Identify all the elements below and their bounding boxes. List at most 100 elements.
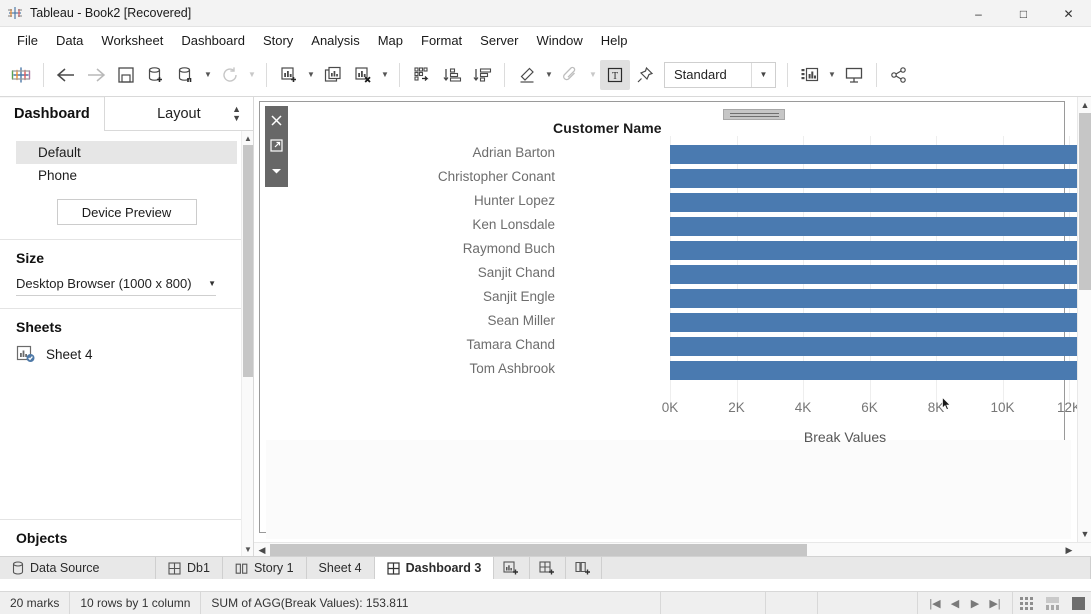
nav-prev-icon[interactable]: ◀	[946, 597, 964, 610]
bar-segment-base[interactable]	[670, 313, 1091, 332]
chevron-up-icon[interactable]: ▲	[1078, 97, 1091, 113]
share-button[interactable]	[884, 60, 914, 90]
fit-select[interactable]: Standard ▼	[664, 61, 776, 88]
refresh-button[interactable]	[215, 60, 245, 90]
maximize-button[interactable]: □	[1001, 0, 1046, 27]
new-worksheet-tab-button[interactable]	[494, 557, 531, 579]
bar-segment-base[interactable]	[670, 265, 1091, 284]
back-button[interactable]	[51, 60, 81, 90]
pause-auto-update-button[interactable]	[171, 60, 201, 90]
new-dashboard-tab-button[interactable]	[530, 557, 567, 579]
chevron-down-icon[interactable]: ▼	[751, 62, 775, 87]
chevron-down-icon[interactable]: ▼	[208, 279, 216, 288]
chevron-down-icon[interactable]: ▼	[242, 542, 253, 556]
status-page-navigation[interactable]: |◀ ◀ ▶ ▶|	[918, 591, 1013, 614]
swap-rows-columns-button[interactable]	[407, 60, 437, 90]
size-select[interactable]: Desktop Browser (1000 x 800) ▼	[16, 276, 216, 296]
tab-story-1[interactable]: Story 1	[222, 557, 307, 579]
nav-next-icon[interactable]: ▶	[966, 597, 984, 610]
new-worksheet-dropdown[interactable]: ▼	[304, 60, 318, 90]
canvas-vertical-scrollbar[interactable]: ▲ ▼	[1077, 97, 1091, 542]
tableau-home-button[interactable]	[6, 60, 36, 90]
sheet-drag-handle[interactable]	[723, 109, 785, 120]
bar-segment-base[interactable]	[670, 241, 1091, 260]
close-button[interactable]: ✕	[1046, 0, 1091, 27]
chevron-right-icon[interactable]: ▶	[1061, 543, 1077, 556]
chart-row[interactable]: Hunter Lopez	[291, 190, 1091, 214]
refresh-dropdown[interactable]: ▼	[245, 60, 259, 90]
show-mark-labels-button[interactable]: T	[600, 59, 630, 90]
bar-segment-base[interactable]	[670, 337, 1091, 356]
chart-row[interactable]: Raymond Buch975	[291, 238, 1091, 262]
device-preview-button[interactable]: Device Preview	[56, 199, 197, 225]
sheets-list-item[interactable]: Sheet 4	[16, 345, 237, 363]
left-panel-scrollbar[interactable]: ▲ ▼	[241, 131, 253, 556]
minimize-button[interactable]: –	[956, 0, 1001, 27]
group-members-button[interactable]	[556, 60, 586, 90]
menu-analysis[interactable]: Analysis	[302, 30, 368, 51]
device-option-phone[interactable]: Phone	[16, 164, 237, 187]
chevron-down-icon[interactable]: ▼	[1078, 526, 1091, 542]
chart-row[interactable]: Sanjit Chand	[291, 262, 1091, 286]
bar-segment-base[interactable]	[670, 289, 1083, 308]
chart-row[interactable]: Tom Ashbrook	[291, 358, 1091, 382]
nav-last-icon[interactable]: ▶|	[986, 597, 1004, 610]
dot-grid-view-icon[interactable]	[1013, 592, 1039, 614]
scrollbar-thumb[interactable]	[270, 544, 807, 556]
chart-row[interactable]: Sanjit Engle	[291, 286, 1091, 310]
new-story-tab-button[interactable]	[566, 557, 603, 579]
chart-row[interactable]: Sean Miller10.901	[291, 310, 1091, 334]
bar-segment-base[interactable]	[670, 145, 1091, 164]
bar-chart[interactable]: Customer Name Adrian Barton Christopher C…	[291, 108, 1091, 445]
chevron-up-icon[interactable]: ▲	[242, 131, 253, 145]
half-shade-view-icon[interactable]	[1039, 592, 1065, 614]
menu-window[interactable]: Window	[527, 30, 591, 51]
menu-file[interactable]: File	[8, 30, 47, 51]
device-option-default[interactable]: Default	[16, 141, 237, 164]
menu-map[interactable]: Map	[369, 30, 412, 51]
tab-sheet-4[interactable]: Sheet 4	[306, 557, 375, 579]
presentation-mode-button[interactable]	[839, 60, 869, 90]
menu-format[interactable]: Format	[412, 30, 471, 51]
bar-segment-base[interactable]	[670, 193, 1091, 212]
chevron-left-icon[interactable]: ◀	[254, 543, 270, 556]
pause-auto-update-dropdown[interactable]: ▼	[201, 60, 215, 90]
show-me-button[interactable]	[795, 60, 825, 90]
tab-dashboard-3[interactable]: Dashboard 3	[374, 557, 495, 579]
external-link-icon[interactable]	[266, 133, 287, 158]
menu-data[interactable]: Data	[47, 30, 92, 51]
new-data-source-button[interactable]	[141, 60, 171, 90]
bar-segment-base[interactable]	[670, 217, 1091, 236]
chart-row[interactable]: Adrian Barton	[291, 142, 1091, 166]
save-button[interactable]	[111, 60, 141, 90]
highlight-dropdown[interactable]: ▼	[542, 60, 556, 90]
tab-db1[interactable]: Db1	[156, 557, 223, 579]
scrollbar-thumb[interactable]	[243, 145, 253, 377]
clear-sheet-button[interactable]	[348, 60, 378, 90]
caret-down-icon[interactable]	[266, 158, 287, 183]
forward-button[interactable]	[81, 60, 111, 90]
menu-worksheet[interactable]: Worksheet	[92, 30, 172, 51]
sort-ascending-button[interactable]	[437, 60, 467, 90]
close-icon[interactable]	[266, 108, 287, 133]
sort-descending-button[interactable]	[467, 60, 497, 90]
clear-sheet-dropdown[interactable]: ▼	[378, 60, 392, 90]
scrollbar-thumb[interactable]	[1079, 113, 1091, 290]
new-worksheet-button[interactable]	[274, 60, 304, 90]
menu-server[interactable]: Server	[471, 30, 527, 51]
chart-row[interactable]: Christopher Conant	[291, 166, 1091, 190]
dashboard-sheet-container[interactable]: Customer Name Adrian Barton Christopher C…	[259, 101, 1091, 539]
menu-dashboard[interactable]: Dashboard	[172, 30, 254, 51]
group-members-dropdown[interactable]: ▼	[586, 60, 600, 90]
menu-help[interactable]: Help	[592, 30, 637, 51]
show-me-dropdown[interactable]: ▼	[825, 60, 839, 90]
chart-row[interactable]: Tamara Chand4.910	[291, 334, 1091, 358]
canvas-horizontal-scrollbar[interactable]: ◀ ▶	[254, 542, 1091, 556]
bar-segment-base[interactable]	[670, 169, 1079, 188]
tab-dashboard[interactable]: Dashboard	[0, 98, 104, 131]
menu-story[interactable]: Story	[254, 30, 302, 51]
solid-shade-view-icon[interactable]	[1065, 592, 1091, 614]
bar-segment-base[interactable]	[670, 361, 1091, 380]
fix-axes-button[interactable]	[630, 60, 660, 90]
tab-data-source[interactable]: Data Source	[0, 557, 156, 579]
